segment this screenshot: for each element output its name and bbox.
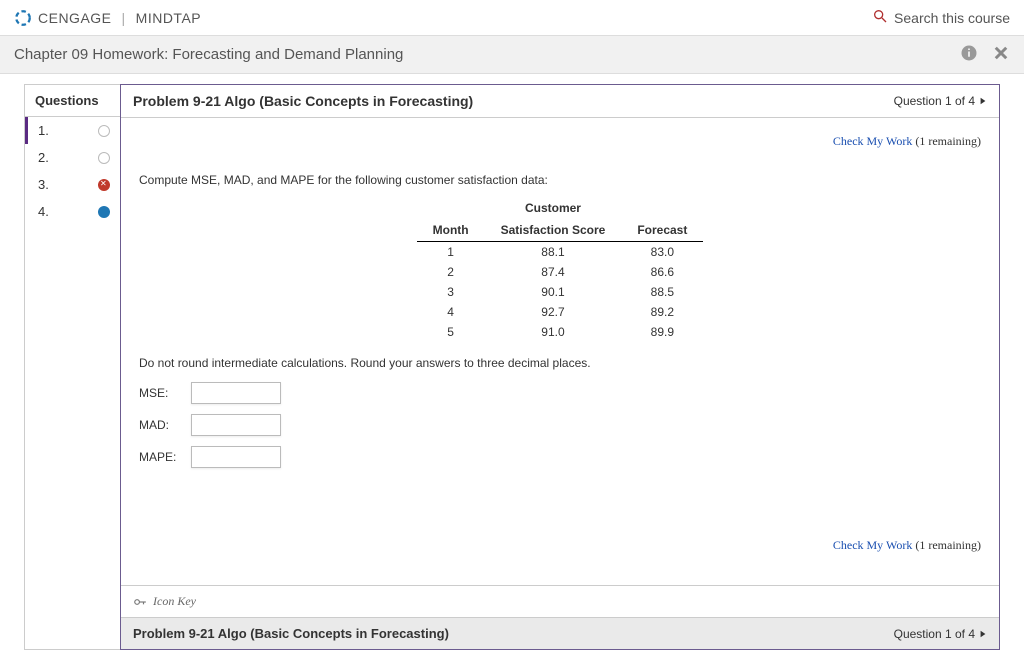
- question-nav-4[interactable]: 4.: [25, 198, 120, 225]
- mad-input[interactable]: [191, 414, 281, 436]
- info-icon[interactable]: [960, 44, 978, 65]
- col-score: Satisfaction Score: [485, 219, 622, 242]
- top-bar: CENGAGE | MINDTAP Search this course: [0, 0, 1024, 36]
- problem-instruction: Compute MSE, MAD, and MAPE for the follo…: [139, 173, 981, 187]
- chapter-bar: Chapter 09 Homework: Forecasting and Dem…: [0, 36, 1024, 74]
- check-my-work-top[interactable]: Check My Work (1 remaining): [139, 134, 981, 149]
- data-table: Customer Month Satisfaction Score Foreca…: [417, 197, 704, 342]
- mape-label: MAPE:: [139, 450, 191, 464]
- answer-inputs: MSE: MAD: MAPE:: [139, 382, 981, 468]
- brand: CENGAGE | MINDTAP: [14, 9, 201, 27]
- table-row: 591.089.9: [417, 322, 704, 342]
- table-row: 188.183.0: [417, 242, 704, 263]
- close-icon[interactable]: [992, 44, 1010, 65]
- col-month: Month: [417, 219, 485, 242]
- problem-footer: Problem 9-21 Algo (Basic Concepts in For…: [121, 617, 999, 649]
- check-remaining: (1 remaining): [912, 538, 981, 552]
- brand-separator: |: [122, 10, 126, 26]
- icon-key-row[interactable]: Icon Key: [121, 585, 999, 617]
- col-forecast: Forecast: [621, 219, 703, 242]
- cengage-logo-icon: [14, 9, 32, 27]
- search-placeholder: Search this course: [894, 10, 1010, 26]
- mse-label: MSE:: [139, 386, 191, 400]
- key-icon: [133, 595, 147, 609]
- problem-body: Check My Work (1 remaining) Compute MSE,…: [121, 118, 999, 585]
- status-open-icon: [98, 125, 110, 137]
- status-error-icon: [98, 179, 110, 191]
- brand-name-1: CENGAGE: [38, 10, 112, 26]
- brand-name-2: MINDTAP: [136, 10, 201, 26]
- check-my-work-bottom[interactable]: Check My Work (1 remaining): [139, 538, 981, 553]
- question-number: 4.: [34, 204, 49, 219]
- status-open-icon: [98, 152, 110, 164]
- footer-title: Problem 9-21 Algo (Basic Concepts in For…: [133, 626, 449, 641]
- mape-input[interactable]: [191, 446, 281, 468]
- chapter-title: Chapter 09 Homework: Forecasting and Dem…: [14, 46, 403, 63]
- status-current-icon: [98, 206, 110, 218]
- problem-title: Problem 9-21 Algo (Basic Concepts in For…: [133, 93, 473, 109]
- search-course[interactable]: Search this course: [872, 8, 1010, 27]
- question-number: 2.: [34, 150, 49, 165]
- col-customer-top: Customer: [485, 197, 622, 219]
- table-row: 390.188.5: [417, 282, 704, 302]
- rounding-note: Do not round intermediate calculations. …: [139, 356, 981, 370]
- mse-input[interactable]: [191, 382, 281, 404]
- question-nav-2[interactable]: 2.: [25, 144, 120, 171]
- next-triangle-icon: [979, 97, 987, 105]
- table-row: 492.789.2: [417, 302, 704, 322]
- problem-header: Problem 9-21 Algo (Basic Concepts in For…: [121, 85, 999, 118]
- next-triangle-icon: [979, 630, 987, 638]
- question-number: 3.: [34, 177, 49, 192]
- check-my-work-link[interactable]: Check My Work: [833, 134, 912, 148]
- check-my-work-link[interactable]: Check My Work: [833, 538, 912, 552]
- mad-label: MAD:: [139, 418, 191, 432]
- main-area: Questions 1. 2. 3. 4. Problem 9-21 Algo …: [0, 74, 1024, 650]
- questions-header: Questions: [25, 85, 120, 117]
- question-position-top[interactable]: Question 1 of 4: [894, 94, 987, 108]
- question-nav-1[interactable]: 1.: [25, 117, 120, 144]
- question-number: 1.: [34, 123, 49, 138]
- icon-key-label: Icon Key: [153, 594, 196, 609]
- questions-sidebar: Questions 1. 2. 3. 4.: [24, 84, 120, 650]
- question-position-bottom[interactable]: Question 1 of 4: [894, 627, 987, 641]
- check-remaining: (1 remaining): [912, 134, 981, 148]
- table-row: 287.486.6: [417, 262, 704, 282]
- search-icon: [872, 8, 888, 27]
- problem-panel: Problem 9-21 Algo (Basic Concepts in For…: [120, 84, 1000, 650]
- question-nav-3[interactable]: 3.: [25, 171, 120, 198]
